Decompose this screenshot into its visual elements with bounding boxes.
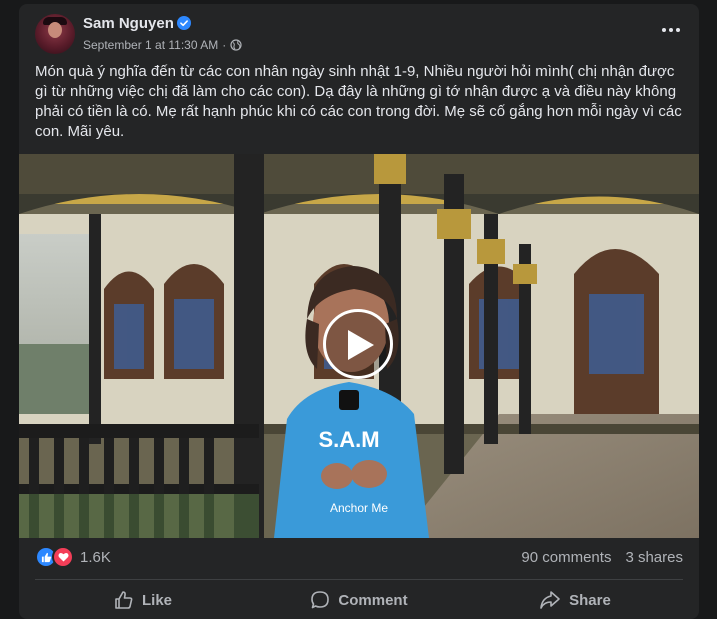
author-name[interactable]: Sam Nguyen bbox=[83, 15, 174, 32]
comments-count[interactable]: 90 comments bbox=[521, 549, 611, 566]
shirt-subtext: Anchor Me bbox=[330, 501, 388, 515]
verified-badge-icon bbox=[177, 16, 191, 30]
post-timestamp[interactable]: September 1 at 11:30 AM bbox=[83, 38, 218, 52]
comment-label: Comment bbox=[338, 591, 408, 609]
comment-button[interactable]: Comment bbox=[251, 582, 467, 618]
share-label: Share bbox=[569, 591, 611, 609]
share-button[interactable]: Share bbox=[467, 582, 683, 618]
reaction-count[interactable]: 1.6K bbox=[80, 549, 111, 566]
post-caption: Món quà ý nghĩa đến từ các con nhân ngày… bbox=[35, 63, 682, 140]
play-button[interactable] bbox=[323, 309, 393, 379]
love-reaction-icon bbox=[52, 546, 74, 568]
comment-bubble-icon bbox=[311, 591, 330, 609]
avatar[interactable] bbox=[35, 14, 75, 54]
post-meta: September 1 at 11:30 AM · bbox=[83, 38, 242, 52]
more-options-button[interactable] bbox=[657, 18, 685, 42]
play-icon bbox=[348, 330, 374, 360]
share-arrow-icon bbox=[540, 591, 560, 609]
like-button[interactable]: Like bbox=[35, 582, 251, 618]
post-card: Sam Nguyen September 1 at 11:30 AM · Món… bbox=[19, 4, 699, 619]
post-actions: Like Comment Share bbox=[35, 582, 683, 618]
engagement-counts: 90 comments 3 shares bbox=[521, 549, 683, 566]
like-label: Like bbox=[141, 591, 172, 609]
thumbs-up-icon bbox=[115, 591, 133, 609]
shares-count[interactable]: 3 shares bbox=[625, 549, 683, 566]
actions-divider bbox=[35, 579, 683, 580]
post-header: Sam Nguyen September 1 at 11:30 AM · bbox=[19, 4, 699, 58]
shirt-text: S.A.M bbox=[318, 427, 379, 452]
post-stats: 1.6K 90 comments 3 shares bbox=[35, 542, 683, 572]
video-player[interactable]: S.A.M Anchor Me bbox=[19, 154, 699, 538]
globe-icon bbox=[230, 39, 242, 51]
reactions-summary[interactable]: 1.6K bbox=[35, 546, 111, 568]
